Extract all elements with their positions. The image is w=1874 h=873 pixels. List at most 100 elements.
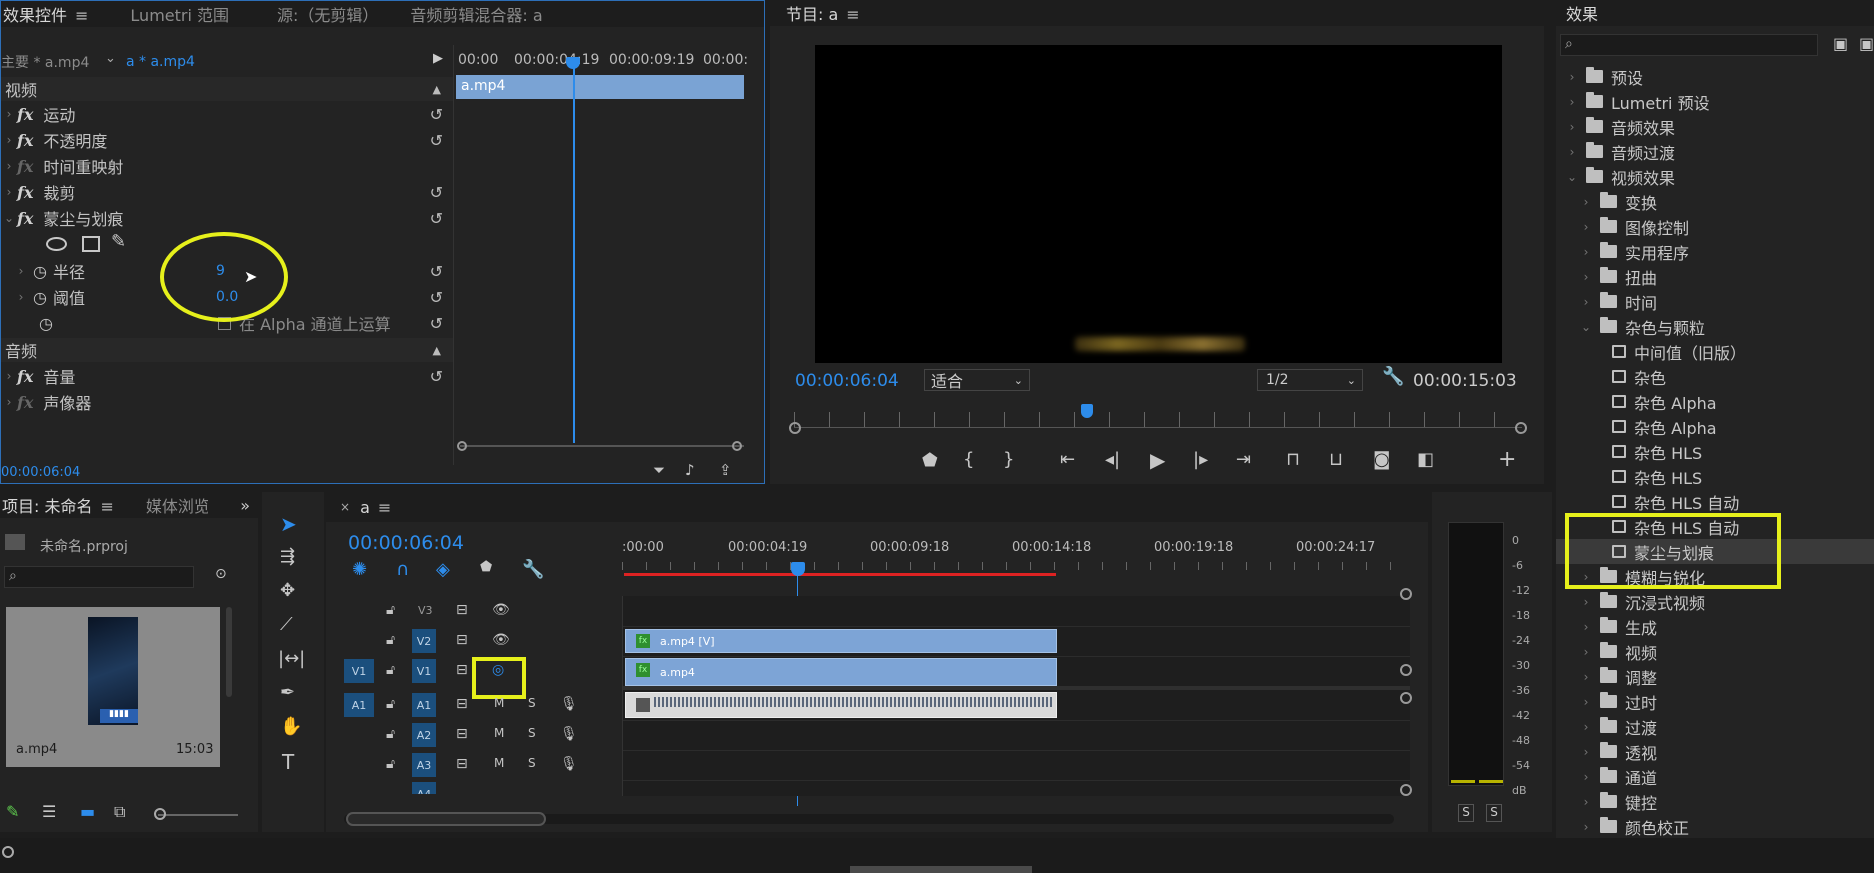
resolution-dropdown[interactable]: 1/2 ⌄: [1257, 369, 1363, 391]
panel-menu-icon[interactable]: ≡: [378, 498, 391, 517]
timeline-hscroll-thumb[interactable]: [346, 812, 546, 826]
mark-in-icon[interactable]: {: [963, 449, 974, 470]
go-to-out-icon[interactable]: ⇥: [1236, 449, 1251, 470]
32bit-effects-icon[interactable]: ▣: [1859, 34, 1874, 53]
chevron-right-icon[interactable]: ›: [1578, 620, 1594, 634]
tab-effect-controls[interactable]: 效果控件 ≡: [1, 2, 100, 26]
effects-tree-item[interactable]: › 视频: [1556, 639, 1874, 664]
effects-tree-item[interactable]: › 变换: [1556, 189, 1874, 214]
filter-icon[interactable]: ⏷: [653, 461, 665, 479]
tab-source[interactable]: 源:（无剪辑）: [265, 2, 390, 26]
linked-selection-icon[interactable]: ◈: [436, 559, 450, 580]
clip-v2[interactable]: fx a.mp4 [V]: [625, 629, 1057, 653]
step-forward-icon[interactable]: |▸: [1193, 449, 1208, 470]
chevron-down-icon[interactable]: ⌄: [105, 51, 116, 66]
tab-effects[interactable]: 效果: [1556, 1, 1610, 25]
audio-section-header[interactable]: 音频 ▲: [1, 338, 453, 362]
ec-scrollbar[interactable]: [744, 245, 748, 445]
type-tool-icon[interactable]: T: [282, 750, 294, 774]
effects-tree-item[interactable]: 中间值（旧版）: [1556, 339, 1874, 364]
nest-sequence-icon[interactable]: ✺: [352, 559, 367, 580]
source-patch-v1[interactable]: V1: [344, 659, 374, 683]
lock-icon[interactable]: 🔓︎: [386, 602, 395, 618]
tab-lumetri-scopes[interactable]: Lumetri 范围: [118, 2, 241, 26]
accelerated-effects-icon[interactable]: ▣: [1833, 34, 1848, 53]
effect-row-opacity[interactable]: › fx 不透明度 ↺: [1, 127, 453, 153]
tab-program[interactable]: 节目: a ≡: [770, 1, 872, 25]
chevron-down-icon[interactable]: ⌄: [1564, 170, 1580, 184]
track-label-v1[interactable]: V1: [412, 659, 436, 683]
add-button-icon[interactable]: +: [1498, 447, 1516, 472]
ec-zoom-handle-left[interactable]: [457, 441, 467, 451]
timeline-playhead-time[interactable]: 00:00:06:04: [348, 532, 464, 554]
tab-project[interactable]: 项目: 未命名 ≡: [0, 493, 126, 517]
sync-lock-icon[interactable]: ⊟: [456, 756, 468, 772]
chevron-right-icon[interactable]: ›: [1578, 645, 1594, 659]
track-label-v3[interactable]: V3: [418, 604, 433, 617]
sequence-clip-label[interactable]: a * a.mp4: [126, 54, 195, 70]
effects-tree-item[interactable]: ⌄ 杂色与颗粒: [1556, 314, 1874, 339]
effects-tree-item[interactable]: › 过时: [1556, 689, 1874, 714]
add-marker-icon[interactable]: ⬟: [922, 450, 938, 471]
video-frame[interactable]: [815, 45, 1502, 363]
fx-icon[interactable]: fx: [17, 367, 33, 386]
reset-icon[interactable]: ↺: [430, 131, 443, 150]
effects-tree-item[interactable]: › 预设: [1556, 64, 1874, 89]
effect-row-dust-scratches[interactable]: ⌄ fx 蒙尘与划痕 ↺: [1, 205, 453, 231]
microphone-icon[interactable]: 🎙︎: [560, 726, 578, 742]
chevron-right-icon[interactable]: ›: [1564, 95, 1580, 109]
effects-tree-item[interactable]: › 扭曲: [1556, 264, 1874, 289]
collapse-up-icon[interactable]: ▲: [433, 344, 441, 357]
play-icon[interactable]: ▶: [1150, 448, 1165, 472]
program-scrub-start[interactable]: [789, 422, 801, 434]
step-back-icon[interactable]: ◂|: [1105, 449, 1120, 470]
fx-icon[interactable]: fx: [17, 105, 33, 124]
effects-tree-item[interactable]: › 音频效果: [1556, 114, 1874, 139]
tab-sequence[interactable]: a ≡: [350, 498, 403, 517]
effect-row-time-remapping[interactable]: › fx 时间重映射: [1, 153, 453, 179]
chevron-right-icon[interactable]: ›: [1578, 295, 1594, 309]
track-label-a3[interactable]: A3: [412, 753, 436, 777]
audio-loop-icon[interactable]: ♪: [685, 461, 695, 479]
lock-icon[interactable]: 🔓︎: [386, 726, 395, 742]
project-search-input[interactable]: ⌕: [4, 566, 194, 588]
ec-zoom-scrollbar[interactable]: [460, 445, 744, 447]
chevron-right-icon[interactable]: ›: [1578, 245, 1594, 259]
close-icon[interactable]: ×: [340, 500, 350, 514]
sync-lock-icon[interactable]: ⊟: [456, 632, 468, 648]
freeform-view-icon[interactable]: ⧉: [114, 802, 125, 822]
list-view-icon[interactable]: ☰: [42, 802, 56, 821]
fit-dropdown[interactable]: 适合 ⌄: [924, 369, 1030, 391]
chevron-right-icon[interactable]: ›: [1578, 795, 1594, 809]
collapse-up-icon[interactable]: ▲: [433, 83, 441, 96]
zoom-slider[interactable]: [158, 814, 238, 816]
more-panels-icon[interactable]: »: [240, 496, 250, 515]
track-select-tool-icon[interactable]: ⇶: [280, 546, 295, 567]
source-patch-a1[interactable]: A1: [344, 693, 374, 717]
selection-tool-icon[interactable]: ➤: [280, 512, 297, 536]
lock-icon[interactable]: 🔓︎: [386, 696, 395, 712]
effect-row-volume[interactable]: › fx 音量 ↺: [1, 363, 453, 389]
effects-tree-item[interactable]: 杂色 Alpha: [1556, 389, 1874, 414]
solo-button[interactable]: S: [528, 726, 536, 740]
microphone-icon[interactable]: 🎙︎: [560, 756, 578, 772]
icon-view-icon[interactable]: ▬: [80, 802, 95, 821]
chevron-right-icon[interactable]: ›: [1578, 745, 1594, 759]
effects-tree-item[interactable]: › 透视: [1556, 739, 1874, 764]
clip-v1[interactable]: fx a.mp4: [625, 658, 1057, 686]
timeline-vscroll-top[interactable]: [1400, 588, 1412, 600]
chevron-right-icon[interactable]: ›: [1578, 720, 1594, 734]
stopwatch-icon[interactable]: ◷: [33, 262, 47, 281]
program-scrub-end[interactable]: [1515, 422, 1527, 434]
reset-icon[interactable]: ↺: [430, 262, 443, 281]
chevron-down-icon[interactable]: ⌄: [1578, 320, 1594, 334]
program-playhead-time[interactable]: 00:00:06:04: [795, 371, 899, 391]
fx-icon[interactable]: fx: [17, 131, 33, 150]
track-label-a1[interactable]: A1: [412, 693, 436, 717]
reset-icon[interactable]: ↺: [430, 314, 443, 333]
comparison-view-icon[interactable]: ◧: [1417, 449, 1434, 470]
chevron-right-icon[interactable]: ›: [1578, 670, 1594, 684]
snap-icon[interactable]: ∩: [396, 559, 409, 580]
chevron-right-icon[interactable]: ›: [1, 133, 17, 147]
timeline-ruler[interactable]: :00:00 00:00:04:19 00:00:09:18 00:00:14:…: [622, 536, 1410, 584]
